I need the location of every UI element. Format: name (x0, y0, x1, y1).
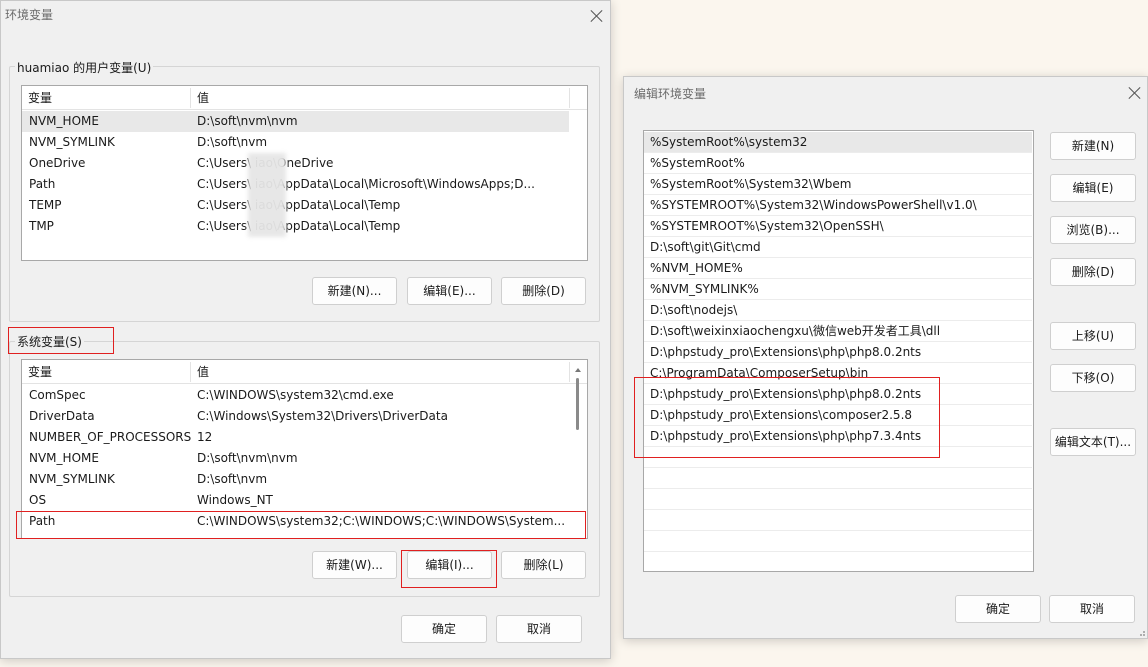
list-item[interactable]: %SYSTEMROOT%\System32\OpenSSH\ (644, 216, 1032, 237)
list-item[interactable]: D:\phpstudy_pro\Extensions\php\php7.3.4n… (644, 426, 1032, 447)
list-item[interactable]: D:\phpstudy_pro\Extensions\php\php8.0.2n… (644, 384, 1032, 405)
list-item[interactable]: D:\soft\nodejs\ (644, 300, 1032, 321)
list-item[interactable]: %SystemRoot%\System32\Wbem (644, 174, 1032, 195)
close-icon[interactable] (590, 9, 604, 23)
empty-list-item[interactable] (644, 447, 1032, 468)
table-row[interactable]: DriverData C:\Windows\System32\Drivers\D… (22, 406, 569, 427)
empty-list-item[interactable] (644, 510, 1032, 531)
move-down-button[interactable]: 下移(O) (1050, 364, 1136, 392)
table-row[interactable]: NVM_HOME D:\soft\nvm\nvm (22, 111, 569, 132)
table-row[interactable]: Path C:\Users\ iao\AppData\Local\Microso… (22, 174, 569, 195)
list-item[interactable]: %SYSTEMROOT%\System32\WindowsPowerShell\… (644, 195, 1032, 216)
table-row[interactable]: ComSpec C:\WINDOWS\system32\cmd.exe (22, 385, 569, 406)
list-item[interactable]: %SystemRoot%\system32 (644, 132, 1032, 153)
user-vars-list[interactable]: 变量 值 NVM_HOME D:\soft\nvm\nvm NVM_SYMLIN… (21, 85, 588, 261)
edit-button[interactable]: 编辑(E) (1050, 174, 1136, 202)
user-vars-label: huamiao 的用户变量(U) (15, 59, 154, 76)
user-new-button[interactable]: 新建(N)... (312, 277, 397, 305)
redacted-username (248, 153, 286, 237)
table-row[interactable]: NVM_SYMLINK D:\soft\nvm (22, 469, 569, 490)
list-item[interactable]: D:\soft\weixinxiaochengxu\微信web开发者工具\dll (644, 321, 1032, 342)
system-delete-button[interactable]: 删除(L) (501, 551, 586, 579)
table-row[interactable]: NUMBER_OF_PROCESSORS 12 (22, 427, 569, 448)
system-new-button[interactable]: 新建(W)... (312, 551, 397, 579)
move-up-button[interactable]: 上移(U) (1050, 322, 1136, 350)
table-row[interactable]: Path C:\WINDOWS\system32;C:\WINDOWS;C:\W… (22, 511, 569, 532)
col-variable[interactable]: 变量 (22, 360, 190, 384)
user-edit-button[interactable]: 编辑(E)... (407, 277, 492, 305)
scroll-up-arrow[interactable] (575, 368, 581, 372)
col-value[interactable]: 值 (191, 360, 569, 384)
edit-env-var-dialog: 编辑环境变量 %SystemRoot%\system32 %SystemRoot… (623, 76, 1148, 639)
ok-button[interactable]: 确定 (401, 615, 487, 643)
system-vars-list[interactable]: 变量 值 ComSpec C:\WINDOWS\system32\cmd.exe… (21, 359, 588, 539)
empty-list-item[interactable] (644, 552, 1032, 571)
user-vars-header: 变量 值 (22, 86, 587, 110)
ok-button[interactable]: 确定 (955, 595, 1041, 623)
list-item[interactable]: %NVM_HOME% (644, 258, 1032, 279)
cancel-button[interactable]: 取消 (1049, 595, 1135, 623)
resize-grip-icon[interactable] (1136, 627, 1146, 637)
delete-button[interactable]: 删除(D) (1050, 258, 1136, 286)
user-delete-button[interactable]: 删除(D) (501, 277, 586, 305)
table-row[interactable]: OS Windows_NT (22, 490, 569, 511)
col-variable[interactable]: 变量 (22, 86, 190, 110)
empty-list-item[interactable] (644, 489, 1032, 510)
env-vars-dialog: 环境变量 huamiao 的用户变量(U) 变量 值 NVM_HOME D:\s… (0, 0, 611, 659)
scrollbar-thumb[interactable] (576, 378, 579, 430)
list-item[interactable]: C:\ProgramData\ComposerSetup\bin (644, 363, 1032, 384)
col-value[interactable]: 值 (191, 86, 569, 110)
system-vars-header: 变量 值 (22, 360, 587, 384)
cancel-button[interactable]: 取消 (496, 615, 582, 643)
close-icon[interactable] (1128, 86, 1142, 100)
table-row[interactable]: NVM_SYMLINK D:\soft\nvm (22, 132, 569, 153)
dialog-title: 编辑环境变量 (634, 87, 707, 101)
system-edit-button[interactable]: 编辑(I)... (407, 551, 492, 579)
browse-button[interactable]: 浏览(B)... (1050, 216, 1136, 244)
list-item[interactable]: D:\soft\git\Git\cmd (644, 237, 1032, 258)
path-list[interactable]: %SystemRoot%\system32 %SystemRoot% %Syst… (643, 130, 1034, 572)
table-row[interactable]: OneDrive C:\Users\ iao\OneDrive (22, 153, 569, 174)
system-vars-label: 系统变量(S) (15, 333, 84, 350)
dialog-title: 环境变量 (5, 8, 54, 22)
empty-list-item[interactable] (644, 531, 1032, 552)
list-item[interactable]: %SystemRoot% (644, 153, 1032, 174)
list-item[interactable]: D:\phpstudy_pro\Extensions\php\php8.0.2n… (644, 342, 1032, 363)
table-row[interactable]: NVM_HOME D:\soft\nvm\nvm (22, 448, 569, 469)
empty-list-item[interactable] (644, 468, 1032, 489)
new-button[interactable]: 新建(N) (1050, 132, 1136, 160)
edit-text-button[interactable]: 编辑文本(T)... (1050, 428, 1136, 456)
table-row[interactable]: TMP C:\Users\ iao\AppData\Local\Temp (22, 216, 569, 237)
list-item[interactable]: %NVM_SYMLINK% (644, 279, 1032, 300)
table-row[interactable]: TEMP C:\Users\ iao\AppData\Local\Temp (22, 195, 569, 216)
list-item[interactable]: D:\phpstudy_pro\Extensions\composer2.5.8 (644, 405, 1032, 426)
